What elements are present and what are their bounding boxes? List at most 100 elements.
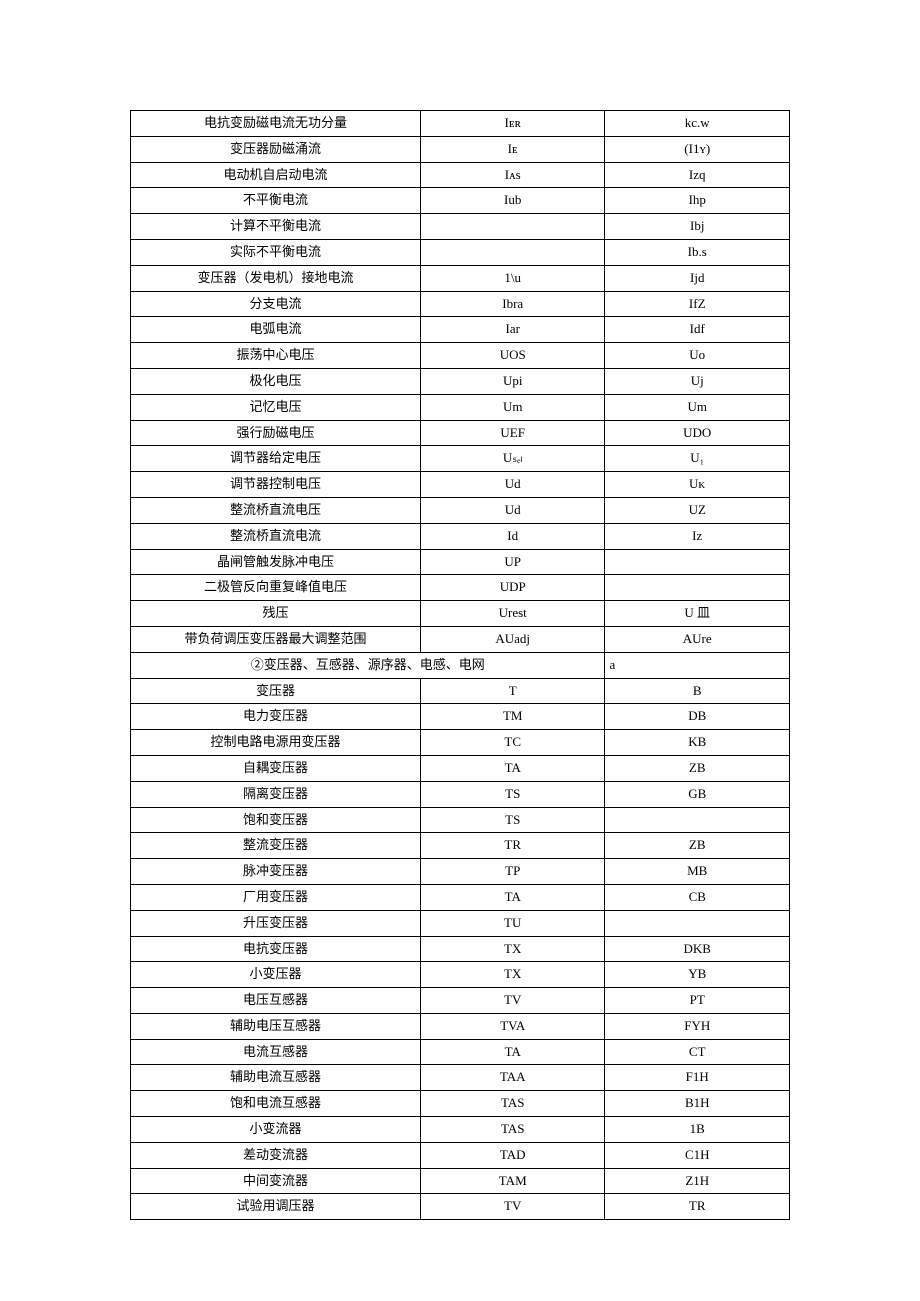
table-row: 电压互感器TVPT <box>131 988 790 1014</box>
cell-name: 自耦变压器 <box>131 755 421 781</box>
table-row: 变压器（发电机）接地电流1\uIjd <box>131 265 790 291</box>
cell-old-symbol <box>605 575 790 601</box>
cell-new-symbol: Iᴇʀ <box>420 111 605 137</box>
cell-old-symbol: U 皿 <box>605 601 790 627</box>
section-header-left: ②变压器、互感器、源序器、电感、电网 <box>131 652 605 678</box>
cell-old-symbol: Uj <box>605 368 790 394</box>
cell-new-symbol: TS <box>420 781 605 807</box>
cell-name: 整流桥直流电流 <box>131 523 421 549</box>
cell-old-symbol: KB <box>605 730 790 756</box>
table-row: 电抗变压器TXDKB <box>131 936 790 962</box>
cell-name: 变压器（发电机）接地电流 <box>131 265 421 291</box>
table-row: 计算不平衡电流Ibj <box>131 214 790 240</box>
cell-old-symbol: Uo <box>605 343 790 369</box>
cell-name: 试验用调压器 <box>131 1194 421 1220</box>
cell-old-symbol: PT <box>605 988 790 1014</box>
cell-name: 差动变流器 <box>131 1142 421 1168</box>
cell-new-symbol: UDP <box>420 575 605 601</box>
cell-name: 辅助电流互感器 <box>131 1065 421 1091</box>
cell-old-symbol: Ibj <box>605 214 790 240</box>
cell-new-symbol: 1\u <box>420 265 605 291</box>
cell-new-symbol: Iᴀs <box>420 162 605 188</box>
table-row: 电动机自启动电流IᴀsIzq <box>131 162 790 188</box>
cell-new-symbol: TA <box>420 884 605 910</box>
cell-new-symbol: Urest <box>420 601 605 627</box>
cell-new-symbol: TAM <box>420 1168 605 1194</box>
cell-name: 小变流器 <box>131 1117 421 1143</box>
table-row: 调节器控制电压UdUᴋ <box>131 472 790 498</box>
table-row: 小变压器TXYB <box>131 962 790 988</box>
table-row: 厂用变压器TACB <box>131 884 790 910</box>
cell-new-symbol: TV <box>420 1194 605 1220</box>
cell-new-symbol: Um <box>420 394 605 420</box>
table-row: 饱和电流互感器TASB1H <box>131 1091 790 1117</box>
table-row: 电力变压器TMDB <box>131 704 790 730</box>
cell-old-symbol: ZB <box>605 833 790 859</box>
table-row: 分支电流IbraIfZ <box>131 291 790 317</box>
cell-name: 电动机自启动电流 <box>131 162 421 188</box>
cell-name: 电压互感器 <box>131 988 421 1014</box>
cell-new-symbol: TS <box>420 807 605 833</box>
cell-old-symbol: ZB <box>605 755 790 781</box>
cell-new-symbol: TX <box>420 962 605 988</box>
table-row: 不平衡电流IubIhp <box>131 188 790 214</box>
cell-new-symbol: UOS <box>420 343 605 369</box>
cell-old-symbol: FYH <box>605 1013 790 1039</box>
cell-new-symbol: Iar <box>420 317 605 343</box>
cell-old-symbol <box>605 807 790 833</box>
table-row: 升压变压器TU <box>131 910 790 936</box>
cell-old-symbol: U₁ <box>605 446 790 472</box>
cell-old-symbol: (I1ʏ) <box>605 136 790 162</box>
table-row: 辅助电流互感器TAAF1H <box>131 1065 790 1091</box>
cell-new-symbol: TR <box>420 833 605 859</box>
cell-new-symbol: TX <box>420 936 605 962</box>
cell-new-symbol: TU <box>420 910 605 936</box>
cell-old-symbol: B <box>605 678 790 704</box>
table-row: 记忆电压UmUm <box>131 394 790 420</box>
cell-old-symbol: Ijd <box>605 265 790 291</box>
cell-new-symbol: Ud <box>420 472 605 498</box>
table-row: 脉冲变压器TPMB <box>131 859 790 885</box>
table-row: 带负荷调压变压器最大调整范围AUadjAUre <box>131 626 790 652</box>
cell-old-symbol: UZ <box>605 497 790 523</box>
cell-new-symbol: TP <box>420 859 605 885</box>
cell-name: 饱和电流互感器 <box>131 1091 421 1117</box>
cell-name: 记忆电压 <box>131 394 421 420</box>
cell-new-symbol: Iub <box>420 188 605 214</box>
cell-old-symbol: TR <box>605 1194 790 1220</box>
cell-new-symbol: UEF <box>420 420 605 446</box>
cell-new-symbol: TV <box>420 988 605 1014</box>
cell-new-symbol: Upi <box>420 368 605 394</box>
cell-old-symbol: UDO <box>605 420 790 446</box>
cell-old-symbol <box>605 549 790 575</box>
cell-name: 振荡中心电压 <box>131 343 421 369</box>
cell-old-symbol <box>605 910 790 936</box>
cell-old-symbol: B1H <box>605 1091 790 1117</box>
cell-name: 变压器 <box>131 678 421 704</box>
cell-name: 整流变压器 <box>131 833 421 859</box>
cell-name: 升压变压器 <box>131 910 421 936</box>
table-row: 变压器励磁涌流Iᴇ(I1ʏ) <box>131 136 790 162</box>
cell-name: 电抗变励磁电流无功分量 <box>131 111 421 137</box>
cell-name: 变压器励磁涌流 <box>131 136 421 162</box>
table-row: 残压UrestU 皿 <box>131 601 790 627</box>
table-row: 小变流器TAS1B <box>131 1117 790 1143</box>
table-row: 差动变流器TADC1H <box>131 1142 790 1168</box>
cell-old-symbol: CT <box>605 1039 790 1065</box>
cell-name: 饱和变压器 <box>131 807 421 833</box>
cell-old-symbol: GB <box>605 781 790 807</box>
cell-name: 电流互感器 <box>131 1039 421 1065</box>
cell-old-symbol: Z1H <box>605 1168 790 1194</box>
cell-old-symbol: Um <box>605 394 790 420</box>
cell-old-symbol: AUre <box>605 626 790 652</box>
cell-old-symbol: Izq <box>605 162 790 188</box>
cell-name: 厂用变压器 <box>131 884 421 910</box>
table-row: 电抗变励磁电流无功分量Iᴇʀkc.w <box>131 111 790 137</box>
cell-new-symbol: TA <box>420 755 605 781</box>
cell-name: 晶闸管触发脉冲电压 <box>131 549 421 575</box>
cell-new-symbol: TAS <box>420 1117 605 1143</box>
table-row: 强行励磁电压UEFUDO <box>131 420 790 446</box>
cell-new-symbol <box>420 214 605 240</box>
table-row: 自耦变压器TAZB <box>131 755 790 781</box>
table-row: 饱和变压器TS <box>131 807 790 833</box>
